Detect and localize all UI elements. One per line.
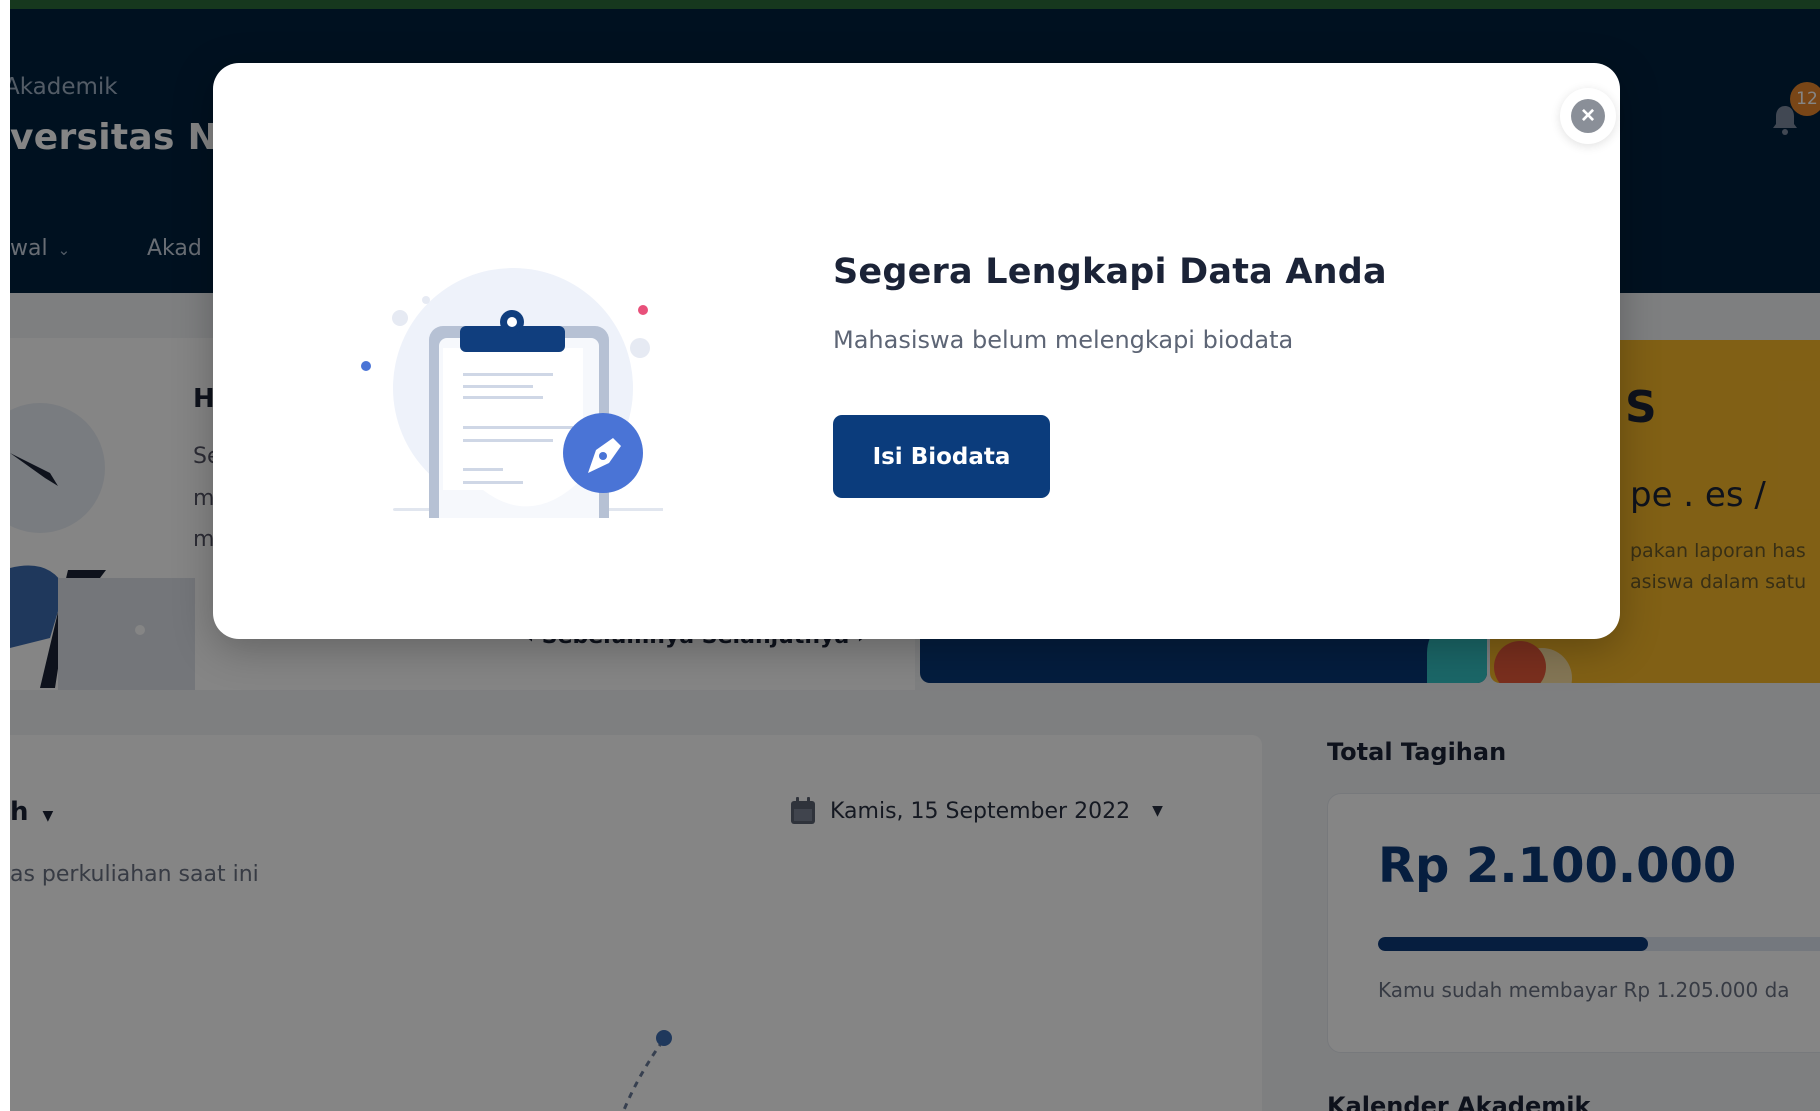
complete-data-modal: × Segera Lengkapi Data Anda Mahasiswa be…	[213, 63, 1620, 639]
close-button[interactable]: ×	[1560, 88, 1616, 144]
fill-biodata-button[interactable]: Isi Biodata	[833, 415, 1050, 498]
modal-subtitle: Mahasiswa belum melengkapi biodata	[833, 326, 1294, 354]
close-icon: ×	[1571, 99, 1605, 133]
window-edge	[0, 0, 10, 1111]
clipboard-pen-icon	[361, 268, 663, 518]
modal-title: Segera Lengkapi Data Anda	[833, 252, 1387, 292]
